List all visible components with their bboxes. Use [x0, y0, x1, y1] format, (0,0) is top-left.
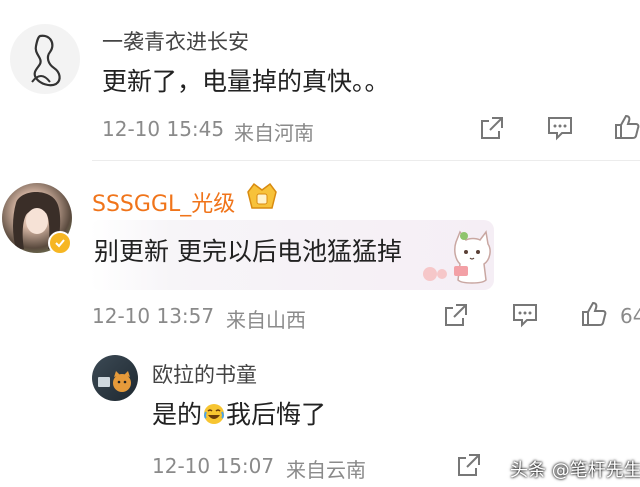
comment-time: 12-10 15:45 [102, 117, 225, 141]
comment-icon[interactable] [510, 300, 540, 330]
like-count: 64 [620, 304, 640, 328]
fan-badge-icon [244, 180, 280, 218]
comment-time: 12-10 13:57 [92, 304, 215, 328]
sketch-avatar-icon [31, 34, 61, 87]
comment-username[interactable]: SSSGGL_光级 [92, 186, 235, 218]
comment-text: 别更新 更完以后电池猛猛掉 [94, 237, 402, 266]
share-icon[interactable] [441, 300, 471, 330]
comment-text: 更新了，电量掉的真快。。 [102, 67, 390, 96]
comment-icon[interactable] [545, 113, 575, 143]
comment-time: 12-10 15:07 [152, 454, 275, 478]
cat-avatar-photo [98, 371, 131, 392]
verified-badge-icon [48, 231, 72, 255]
comment-username[interactable]: 欧拉的书童 [152, 359, 257, 389]
comment-username[interactable]: 一袭青衣进长安 [102, 26, 249, 56]
comment-text-part: 是的 [152, 400, 203, 429]
comment-location: 来自云南 [286, 458, 366, 482]
cat-sticker-icon [412, 222, 502, 292]
share-icon[interactable] [477, 113, 507, 143]
avatar[interactable] [10, 24, 80, 94]
avatar[interactable] [92, 355, 138, 401]
comment-location: 来自河南 [234, 121, 314, 145]
divider [92, 160, 640, 161]
thumbs-up-icon[interactable] [579, 299, 609, 329]
share-icon[interactable] [454, 450, 484, 480]
watermark: 头条 @笔杆先生 [510, 460, 640, 481]
comment-text: 是的 我后悔了 [152, 395, 326, 431]
laughing-crying-emoji-icon [202, 402, 226, 426]
comment-text-part: 我后悔了 [226, 400, 327, 429]
comment-location: 来自山西 [226, 308, 306, 332]
thumbs-up-icon[interactable] [612, 112, 640, 142]
